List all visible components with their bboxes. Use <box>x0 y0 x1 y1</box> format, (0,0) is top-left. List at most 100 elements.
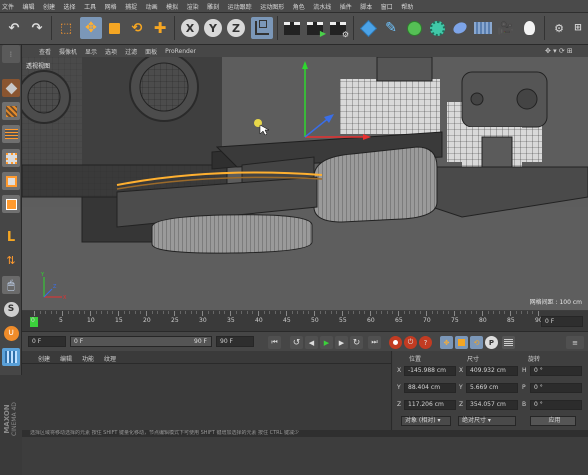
rot-h-field[interactable]: 0 ° <box>530 366 582 376</box>
selection-icon[interactable]: ⬚ <box>55 17 77 39</box>
key-rotation-button[interactable]: ⟲ <box>470 336 483 349</box>
settings-icon[interactable]: ⚙ <box>548 17 570 39</box>
render-settings-icon[interactable]: ⚙ <box>327 17 349 39</box>
menu-item-15[interactable]: 插件 <box>340 2 352 11</box>
axis-x-icon[interactable]: X <box>179 17 201 39</box>
menu-item-4[interactable]: 工具 <box>84 2 96 11</box>
enable-axis-icon[interactable]: L <box>2 228 20 246</box>
rotate-icon[interactable]: ⟲ <box>126 17 148 39</box>
move-icon[interactable]: ✥ <box>80 17 102 39</box>
goto-start-button[interactable]: ⏮ <box>268 336 281 349</box>
timeline-menu-button[interactable]: ≡ <box>566 336 584 349</box>
edges-mode-icon[interactable] <box>2 172 20 190</box>
axis-y-icon[interactable]: Y <box>202 17 224 39</box>
polygons-mode-icon[interactable] <box>2 195 20 213</box>
redo-icon[interactable]: ↷ <box>26 17 48 39</box>
current-frame-field[interactable]: 0 F <box>541 316 583 327</box>
menu-item-14[interactable]: 流水线 <box>313 2 331 11</box>
menu-item-13[interactable]: 角色 <box>293 2 305 11</box>
play-button[interactable]: ▶ <box>320 336 333 349</box>
menu-item-11[interactable]: 运动跟踪 <box>228 2 252 11</box>
array-icon[interactable] <box>426 17 448 39</box>
size-x-field[interactable]: 409.932 cm <box>466 366 518 376</box>
render-view-icon[interactable] <box>281 17 303 39</box>
light-icon[interactable] <box>518 17 540 39</box>
viewport-menu-item-1[interactable]: 摄像机 <box>59 47 77 56</box>
coordinate-system-icon[interactable] <box>251 17 273 39</box>
magnet-icon[interactable]: ∪ <box>2 324 20 342</box>
size-z-field[interactable]: 354.057 cm <box>466 400 518 410</box>
deformer-icon[interactable] <box>449 17 471 39</box>
viewport-menu-item-6[interactable]: ProRender <box>165 48 196 55</box>
key-parameter-button[interactable]: P <box>485 336 498 349</box>
start-frame-field[interactable]: 0 F <box>28 336 66 347</box>
axis-z-icon[interactable]: Z <box>225 17 247 39</box>
apply-button[interactable]: 应用 <box>530 416 576 426</box>
end-frame-field[interactable]: 90 F <box>216 336 254 347</box>
snapping-icon[interactable]: S <box>2 300 20 318</box>
menu-item-6[interactable]: 捕捉 <box>125 2 137 11</box>
menu-item-1[interactable]: 编辑 <box>23 2 35 11</box>
menu-item-8[interactable]: 模拟 <box>166 2 178 11</box>
viewport-menu-item-2[interactable]: 显示 <box>85 47 97 56</box>
points-mode-icon[interactable] <box>2 149 20 167</box>
menu-item-9[interactable]: 渲染 <box>187 2 199 11</box>
viewport-menu-item-0[interactable]: 查看 <box>39 47 51 56</box>
menu-item-17[interactable]: 窗口 <box>381 2 393 11</box>
viewport-nav-icons[interactable]: ✥ ▾ ⟳ ⊞ <box>545 47 573 55</box>
texture-mode-icon[interactable] <box>2 102 20 120</box>
cube-icon[interactable] <box>357 17 379 39</box>
autokey-button[interactable]: ⏻ <box>404 336 417 349</box>
material-menu-item-0[interactable]: 创建 <box>38 354 50 363</box>
viewport-menu-item-5[interactable]: 面板 <box>145 47 157 56</box>
pos-z-field[interactable]: 117.206 cm <box>404 400 456 410</box>
scale-icon[interactable] <box>103 17 125 39</box>
prev-key-button[interactable]: ↺ <box>290 336 303 349</box>
rot-b-field[interactable]: 0 ° <box>530 400 582 410</box>
layout-grid-icon[interactable] <box>2 348 20 366</box>
pos-x-field[interactable]: -145.988 cm <box>404 366 456 376</box>
model-mode-icon[interactable] <box>2 79 20 97</box>
menu-item-16[interactable]: 脚本 <box>360 2 372 11</box>
floor-icon[interactable] <box>472 17 494 39</box>
menu-item-3[interactable]: 选择 <box>64 2 76 11</box>
layout-icon[interactable]: ⊞ <box>569 17 587 39</box>
next-frame-button[interactable]: ▶ <box>335 336 348 349</box>
timeline-ruler[interactable]: 0 5 10 15 20 25 30 35 40 45 50 55 60 65 70 75 80 85 90 0 F <box>22 311 588 331</box>
workplane-icon[interactable] <box>2 125 20 143</box>
camera-icon[interactable]: 🎥 <box>495 17 517 39</box>
material-menu-item-3[interactable]: 纹理 <box>104 354 116 363</box>
tweak-mode-icon[interactable]: 🖱 <box>2 276 20 294</box>
add-icon[interactable]: ✚ <box>149 17 171 39</box>
size-y-field[interactable]: 5.669 cm <box>466 383 518 393</box>
pen-icon[interactable]: ✎ <box>380 17 402 39</box>
menu-item-18[interactable]: 帮助 <box>401 2 413 11</box>
material-menu-item-2[interactable]: 功能 <box>82 354 94 363</box>
coordinate-mode-select[interactable]: 对象 (相对) ▾ <box>401 416 451 426</box>
render-picture-icon[interactable]: ▶ <box>304 17 326 39</box>
viewport-perspective[interactable]: Y X Z 透视视图 网格间距 : 100 cm <box>22 57 588 310</box>
key-position-button[interactable]: ✥ <box>440 336 453 349</box>
material-menu-item-1[interactable]: 编辑 <box>60 354 72 363</box>
next-key-button[interactable]: ↻ <box>350 336 363 349</box>
viewport-menu-item-3[interactable]: 选项 <box>105 47 117 56</box>
rot-p-field[interactable]: 0 ° <box>530 383 582 393</box>
menu-item-5[interactable]: 网格 <box>105 2 117 11</box>
record-button[interactable] <box>389 336 402 349</box>
subdivision-icon[interactable] <box>403 17 425 39</box>
undo-icon[interactable]: ↶ <box>3 17 25 39</box>
menu-item-0[interactable]: 文件 <box>2 2 14 11</box>
preview-range-slider[interactable]: 0 F 90 F <box>70 336 212 347</box>
menu-item-7[interactable]: 动画 <box>146 2 158 11</box>
size-mode-select[interactable]: 绝对尺寸 ▾ <box>458 416 516 426</box>
menu-item-10[interactable]: 雕刻 <box>207 2 219 11</box>
menu-item-2[interactable]: 创建 <box>43 2 55 11</box>
keyframe-selection-button[interactable]: ? <box>419 336 432 349</box>
key-pla-button[interactable] <box>502 336 515 349</box>
snap-icon[interactable]: ⇅ <box>2 251 20 269</box>
key-scale-button[interactable] <box>455 336 468 349</box>
prev-frame-button[interactable]: ◀ <box>305 336 318 349</box>
viewport-menu-item-4[interactable]: 过滤 <box>125 47 137 56</box>
goto-end-button[interactable]: ⏭ <box>368 336 381 349</box>
pos-y-field[interactable]: 88.404 cm <box>404 383 456 393</box>
